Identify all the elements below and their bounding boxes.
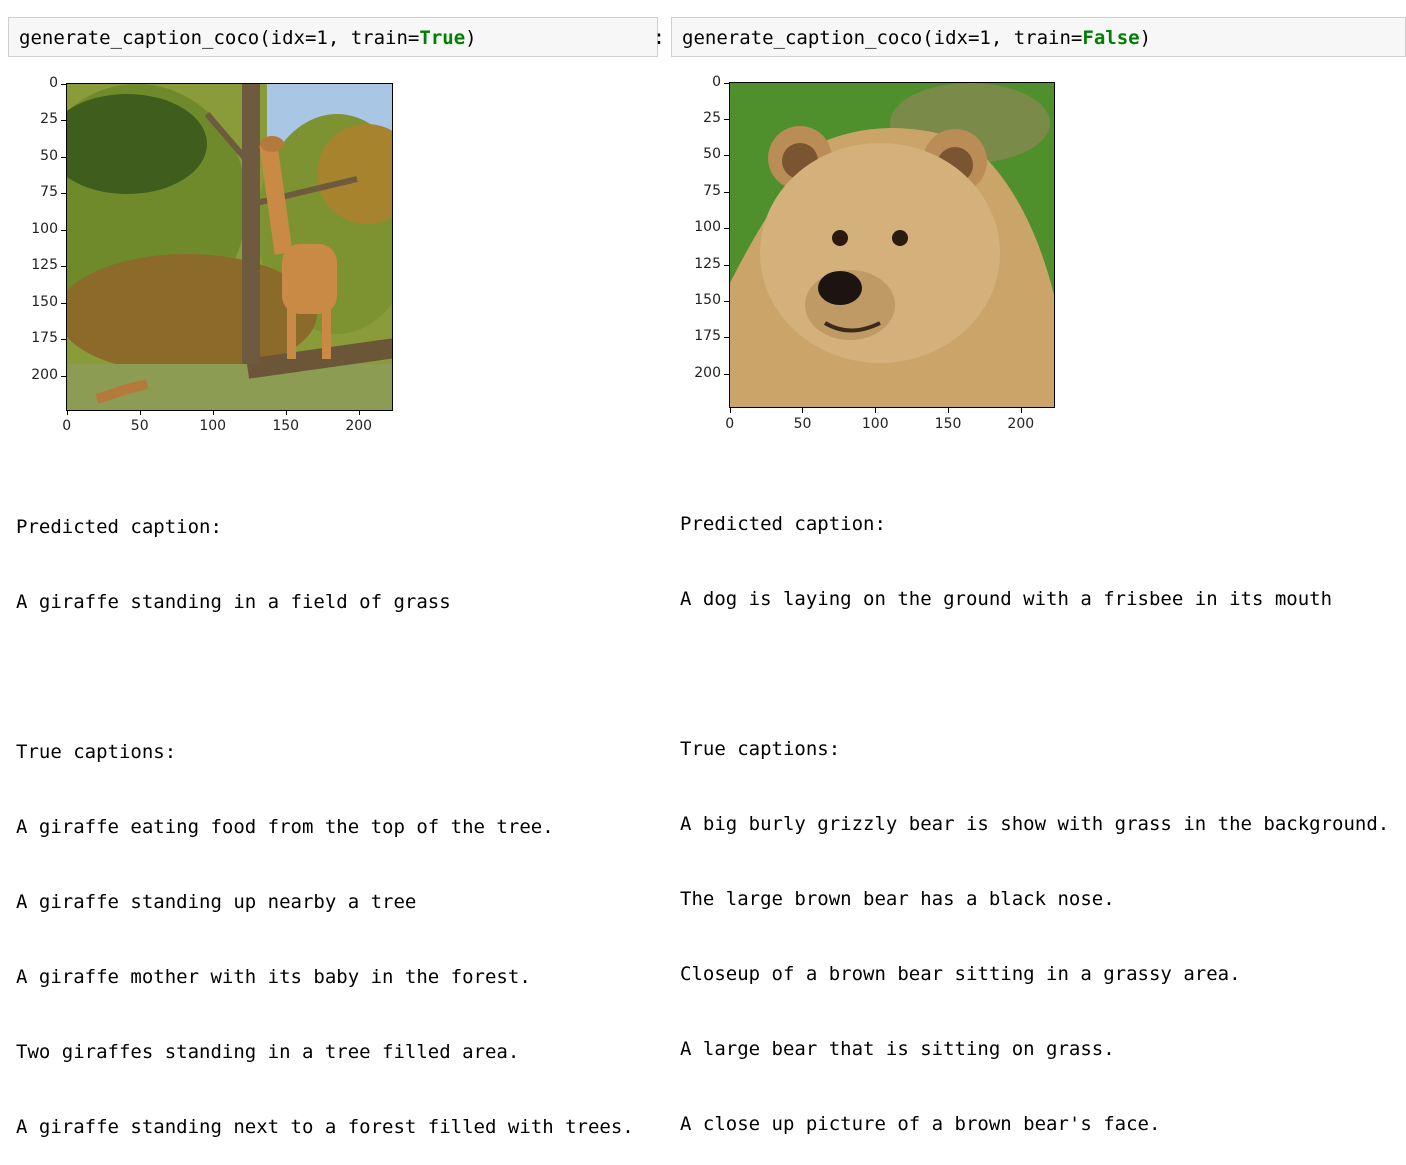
- right-plot: 0 25 50 75 100 125 150 175 200 0 50 100 150 200: [664, 60, 1406, 440]
- left-code-call: generate_caption_coco(idx=1, train=: [19, 27, 420, 49]
- left-y-tick-mark: [61, 302, 66, 304]
- left-y-tick-label: 0: [49, 74, 58, 91]
- left-y-tick-label: 175: [31, 330, 58, 347]
- right-y-tick-mark: [724, 191, 729, 193]
- right-x-tick-label: 200: [1007, 416, 1035, 432]
- right-code-call: generate_caption_coco(idx=1, train=: [682, 27, 1083, 49]
- left-x-tick-label: 150: [272, 418, 300, 434]
- right-y-tick-label: 175: [694, 328, 721, 345]
- right-output: Predicted caption: A dog is laying on th…: [680, 462, 1389, 1162]
- right-true-caption: The large brown bear has a black nose.: [680, 888, 1115, 910]
- right-x-tick-mark: [875, 408, 877, 413]
- right-y-tick-mark: [724, 373, 729, 375]
- right-code-keyword: False: [1082, 27, 1140, 49]
- left-x-tick-mark: [66, 410, 68, 415]
- right-true-caption: A close up picture of a brown bear's fac…: [680, 1113, 1161, 1135]
- left-y-tick-label: 50: [40, 147, 58, 164]
- left-x-tick-mark: [139, 410, 141, 415]
- right-y-tick-mark: [724, 228, 729, 230]
- left-y-tick-mark: [61, 266, 66, 268]
- left-y-tick-mark: [61, 193, 66, 195]
- left-x-tick-mark: [285, 410, 287, 415]
- right-y-tick-label: 125: [694, 255, 721, 272]
- right-y-tick-mark: [724, 155, 729, 157]
- right-true-caption: A large bear that is sitting on grass.: [680, 1038, 1115, 1060]
- left-code: generate_caption_coco(idx=1, train=True): [19, 27, 477, 49]
- right-y-tick-label: 100: [694, 219, 721, 236]
- left-code-keyword: True: [419, 27, 466, 49]
- left-x-tick-label: 0: [62, 418, 72, 434]
- left-plot: 0 25 50 75 100 125 150 175 200 0 50 100 150 200: [0, 60, 660, 440]
- left-y-tick-mark: [61, 83, 66, 85]
- right-y-tick-mark: [724, 301, 729, 303]
- right-y-tick-label: 25: [703, 110, 721, 127]
- left-code-end: ): [465, 27, 477, 49]
- right-code-end: ): [1139, 27, 1152, 49]
- right-y-tick-mark: [724, 264, 729, 266]
- left-true-caption: A giraffe eating food from the top of th…: [16, 816, 554, 838]
- right-predicted-header: Predicted caption:: [680, 513, 886, 535]
- left-x-tick-mark: [358, 410, 360, 415]
- right-y-tick-label: 75: [703, 182, 721, 199]
- right-x-tick-mark: [948, 408, 950, 413]
- left-y-tick-label: 75: [40, 184, 58, 201]
- left-y-tick-label: 150: [31, 293, 58, 310]
- left-true-caption: A giraffe standing up nearby a tree: [16, 891, 417, 913]
- left-y-tick-mark: [61, 339, 66, 341]
- left-x-tick-label: 200: [345, 418, 373, 434]
- right-x-tick-mark: [1020, 408, 1022, 413]
- left-code-cell[interactable]: generate_caption_coco(idx=1, train=True): [8, 17, 658, 57]
- left-y-tick-mark: [61, 375, 66, 377]
- bear-scene: [730, 83, 1054, 407]
- left-true-caption: A giraffe standing next to a forest fill…: [16, 1116, 634, 1138]
- left-output: Predicted caption: A giraffe standing in…: [16, 465, 634, 1165]
- right-true-caption: Closeup of a brown bear sitting in a gra…: [680, 963, 1241, 985]
- left-true-caption: A giraffe mother with its baby in the fo…: [16, 966, 531, 988]
- right-y-tick-mark: [724, 82, 729, 84]
- left-true-header: True captions:: [16, 741, 177, 763]
- right-y-tick-mark: [724, 337, 729, 339]
- bear-image: [729, 82, 1055, 408]
- right-y-tick-label: 150: [694, 292, 721, 309]
- left-y-tick-mark: [61, 229, 66, 231]
- right-y-tick-mark: [724, 119, 729, 121]
- left-x-tick-mark: [212, 410, 214, 415]
- right-x-tick-label: 0: [725, 416, 735, 432]
- right-prompt-colon: :: [653, 25, 666, 49]
- right-x-tick-label: 50: [793, 416, 812, 432]
- right-true-header: True captions:: [680, 738, 841, 760]
- left-y-tick-label: 200: [31, 366, 58, 383]
- right-x-tick-mark: [729, 408, 731, 413]
- right-code-cell[interactable]: generate_caption_coco(idx=1, train=False…: [671, 17, 1406, 57]
- right-y-tick-label: 50: [703, 146, 721, 163]
- right-true-caption: A big burly grizzly bear is show with gr…: [680, 813, 1390, 835]
- left-predicted-caption: A giraffe standing in a field of grass: [16, 591, 451, 613]
- left-y-tick-label: 125: [31, 257, 58, 274]
- left-x-tick-label: 50: [130, 418, 149, 434]
- left-true-caption: Two giraffes standing in a tree filled a…: [16, 1041, 520, 1063]
- giraffe-scene: [67, 84, 392, 410]
- right-x-tick-mark: [802, 408, 804, 413]
- right-predicted-caption: A dog is laying on the ground with a fri…: [680, 588, 1333, 610]
- right-x-tick-label: 100: [861, 416, 889, 432]
- right-y-tick-label: 0: [712, 73, 721, 90]
- giraffe-image: [66, 83, 393, 411]
- left-y-tick-label: 25: [40, 111, 58, 128]
- right-y-tick-label: 200: [694, 364, 721, 381]
- left-predicted-header: Predicted caption:: [16, 516, 222, 538]
- left-x-tick-label: 100: [199, 418, 227, 434]
- right-x-tick-label: 150: [934, 416, 962, 432]
- left-y-tick-label: 100: [31, 220, 58, 237]
- left-y-tick-mark: [61, 156, 66, 158]
- right-code: generate_caption_coco(idx=1, train=False…: [682, 27, 1151, 49]
- left-y-tick-mark: [61, 120, 66, 122]
